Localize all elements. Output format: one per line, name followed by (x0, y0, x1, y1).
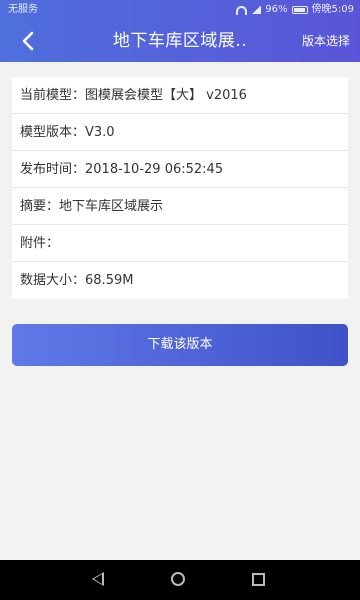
carrier-text: 无服务 (8, 4, 38, 15)
nav-bar: 地下车库区域展.. 版本选择 (0, 20, 360, 62)
detail-value: 地下车库区域展示 (59, 199, 164, 214)
detail-label: 发布时间： (20, 162, 86, 177)
back-button[interactable] (18, 30, 40, 52)
app-header: 无服务 96% 傍晚5:09 地下车库区域展.. 版本选择 (0, 0, 360, 62)
battery-fill (293, 8, 306, 12)
detail-value: 68.59M (85, 273, 134, 288)
detail-row: 附件： (12, 225, 348, 262)
detail-value: V3.0 (85, 125, 115, 140)
detail-label: 摘要： (20, 199, 60, 214)
detail-value: 2018-10-29 06:52:45 (85, 162, 224, 177)
detail-value: 图模展会模型【大】 v2016 (85, 88, 247, 103)
detail-row: 发布时间：2018-10-29 06:52:45 (12, 151, 348, 188)
detail-row: 当前模型：图模展会模型【大】 v2016 (12, 77, 348, 114)
download-button[interactable]: 下载该版本 (12, 324, 348, 366)
wifi-icon (236, 5, 248, 15)
status-right: 96% 傍晚5:09 (236, 0, 354, 20)
detail-row: 摘要：地下车库区域展示 (12, 188, 348, 225)
signal-icon (251, 6, 262, 14)
nav-recents-icon[interactable] (252, 573, 265, 586)
version-select-button[interactable]: 版本选择 (302, 20, 350, 62)
system-nav-bar (0, 560, 360, 600)
page-title: 地下车库区域展.. (112, 31, 248, 51)
clock: 傍晚5:09 (311, 4, 354, 15)
status-bar: 无服务 96% 傍晚5:09 (0, 0, 360, 20)
detail-row: 模型版本：V3.0 (12, 114, 348, 151)
detail-label: 附件： (20, 236, 60, 251)
nav-back-icon[interactable] (92, 572, 104, 586)
back-arrow-icon (22, 31, 34, 51)
nav-home-icon[interactable] (171, 572, 185, 586)
detail-label: 数据大小： (20, 273, 86, 288)
detail-label: 当前模型： (20, 88, 86, 103)
battery-icon (291, 6, 308, 14)
detail-label: 模型版本： (20, 125, 86, 140)
battery-percent: 96% (265, 4, 288, 15)
detail-card: 当前模型：图模展会模型【大】 v2016 模型版本：V3.0 发布时间：2018-1… (12, 77, 348, 299)
detail-row: 数据大小：68.59M (12, 262, 348, 299)
